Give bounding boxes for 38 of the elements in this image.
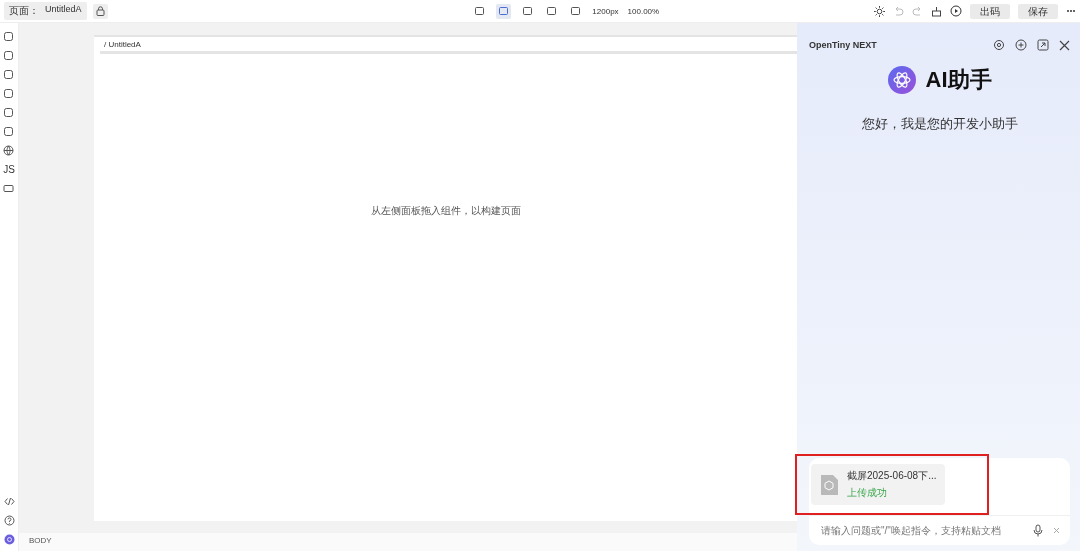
upload-status: 上传成功 (847, 486, 888, 500)
device-button[interactable] (496, 3, 512, 19)
zoom-level: 100.00% (627, 6, 660, 16)
new-chat-icon[interactable] (1015, 39, 1027, 51)
page-selector[interactable]: 页面： UntitledA (4, 2, 87, 20)
screen-icon (474, 5, 486, 17)
page-label: 页面： (9, 4, 39, 18)
play-icon[interactable] (950, 5, 962, 17)
file-icon (819, 473, 839, 496)
greeting-text: 您好，我是您的开发小助手 (860, 115, 1019, 133)
assistant-heading: AI助手 (925, 66, 992, 94)
save-button[interactable]: 保存 (1018, 3, 1058, 19)
page-name: UntitledA (45, 4, 82, 16)
canvas-width: 1200px (592, 6, 619, 16)
atom-logo-icon (887, 66, 916, 94)
more-icon[interactable] (1066, 9, 1076, 13)
help-icon[interactable] (3, 515, 15, 526)
screen-icon (522, 5, 534, 17)
screen-icon (498, 5, 510, 17)
lock-button[interactable] (92, 3, 108, 19)
js-panel-tab[interactable]: JS (3, 164, 15, 175)
attachment-card[interactable]: 截屏2025-06-08下... 上传成功 (811, 464, 945, 505)
panel-title: OpenTiny NEXT (809, 40, 877, 50)
expand-icon[interactable] (1037, 39, 1049, 51)
question-input[interactable]: 请输入问题或"/"唤起指令，支持粘贴文档 (819, 524, 1023, 537)
attachment-name: 截屏2025-06-08下... (847, 469, 937, 483)
assistant-icon[interactable] (3, 534, 15, 545)
empty-hint: 从左侧面板拖入组件，以构建页面 (370, 204, 521, 218)
screen-icon (546, 5, 558, 17)
globe-icon[interactable] (3, 145, 15, 156)
close-icon[interactable] (1059, 39, 1070, 51)
screen-icon (570, 5, 582, 17)
code-icon[interactable] (3, 496, 15, 507)
sun-icon[interactable] (874, 5, 885, 17)
settings-icon[interactable] (993, 39, 1005, 51)
element-path: BODY (29, 536, 52, 545)
microphone-icon[interactable] (1033, 524, 1043, 537)
export-button[interactable]: 出码 (970, 3, 1010, 19)
